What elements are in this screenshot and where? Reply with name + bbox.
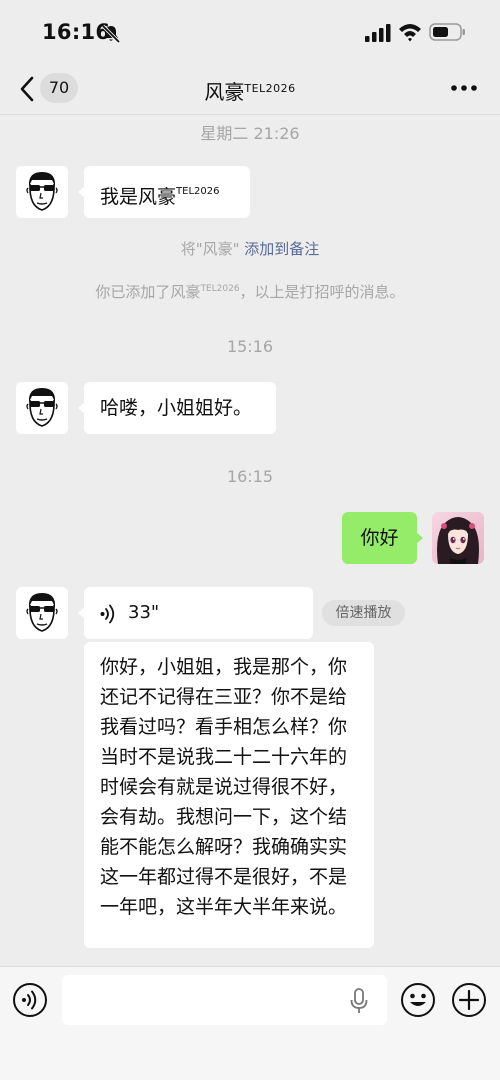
contact-avatar[interactable]	[16, 587, 68, 639]
message-input[interactable]	[62, 975, 387, 1025]
bell-slash-icon	[101, 24, 121, 44]
add-remark-link[interactable]: 添加到备注	[244, 240, 319, 258]
chat-title: 风豪TEL2026	[100, 74, 400, 104]
message-text-sup: TEL2026	[176, 186, 220, 197]
unread-count-badge[interactable]: 70	[40, 73, 78, 103]
cartoon-face-icon	[16, 587, 68, 639]
timestamp: 15:16	[226, 337, 274, 356]
self-message-bubble[interactable]: 你好	[342, 512, 423, 564]
system-message-remark: 将"风豪" 添加到备注	[0, 238, 500, 259]
battery-icon	[429, 23, 465, 41]
voice-duration: 33"	[128, 602, 160, 623]
chat-title-sup: TEL2026	[244, 82, 296, 95]
timestamp: 16:15	[226, 467, 274, 486]
voice-mode-icon[interactable]	[12, 982, 48, 1018]
anime-girl-avatar-icon	[432, 512, 484, 564]
emoji-icon[interactable]	[400, 982, 436, 1018]
contact-avatar[interactable]	[16, 166, 68, 218]
message-text: 你好	[360, 527, 399, 549]
system-text-sup: TEL2026	[200, 284, 240, 294]
nav-divider	[0, 114, 500, 115]
signal-icon	[365, 24, 391, 42]
plus-icon[interactable]	[451, 982, 487, 1018]
cartoon-face-icon	[16, 166, 68, 218]
message-bubble[interactable]: 我是风豪TEL2026	[78, 166, 250, 218]
voice-message-bubble[interactable]: 33"	[78, 587, 313, 639]
status-bar: 16:16	[0, 0, 500, 66]
system-text: 你已添加了风豪	[95, 283, 201, 301]
self-avatar[interactable]	[432, 512, 484, 564]
voice-transcript: 你好，小姐姐，我是那个，你还记不记得在三亚？你不是给我看过吗？看手相怎么样？你当…	[84, 642, 374, 948]
message-text: 哈喽，小姐姐好。	[100, 397, 253, 419]
message-text: 我是风豪	[100, 186, 177, 208]
cartoon-face-icon	[16, 382, 68, 434]
speed-playback-button[interactable]: 倍速播放	[322, 600, 405, 626]
back-chevron-icon[interactable]	[16, 74, 38, 104]
system-message-added: 你已添加了风豪TEL2026，以上是打招呼的消息。	[0, 281, 500, 302]
chat-title-name: 风豪	[204, 80, 245, 104]
system-text: 将"风豪"	[180, 240, 240, 258]
microphone-icon[interactable]	[349, 988, 369, 1014]
contact-avatar[interactable]	[16, 382, 68, 434]
more-dots-icon[interactable]	[450, 84, 478, 92]
message-bubble[interactable]: 哈喽，小姐姐好。	[78, 382, 276, 434]
voice-wave-icon	[100, 604, 115, 624]
timestamp: 星期二 21:26	[200, 124, 300, 143]
wifi-icon	[399, 24, 421, 42]
system-text-suffix: ，以上是打招呼的消息。	[239, 283, 405, 301]
